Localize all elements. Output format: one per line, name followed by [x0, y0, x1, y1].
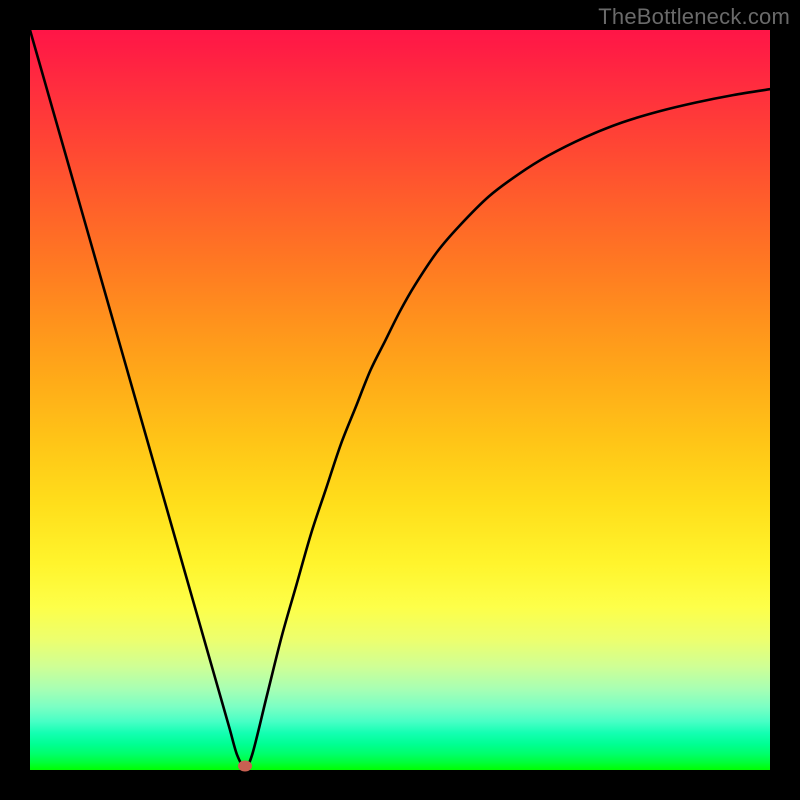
watermark-text: TheBottleneck.com [598, 4, 790, 30]
minimum-marker [238, 761, 252, 772]
curve-svg [30, 30, 770, 770]
chart-frame: TheBottleneck.com [0, 0, 800, 800]
bottleneck-curve [30, 30, 770, 766]
plot-area [30, 30, 770, 770]
